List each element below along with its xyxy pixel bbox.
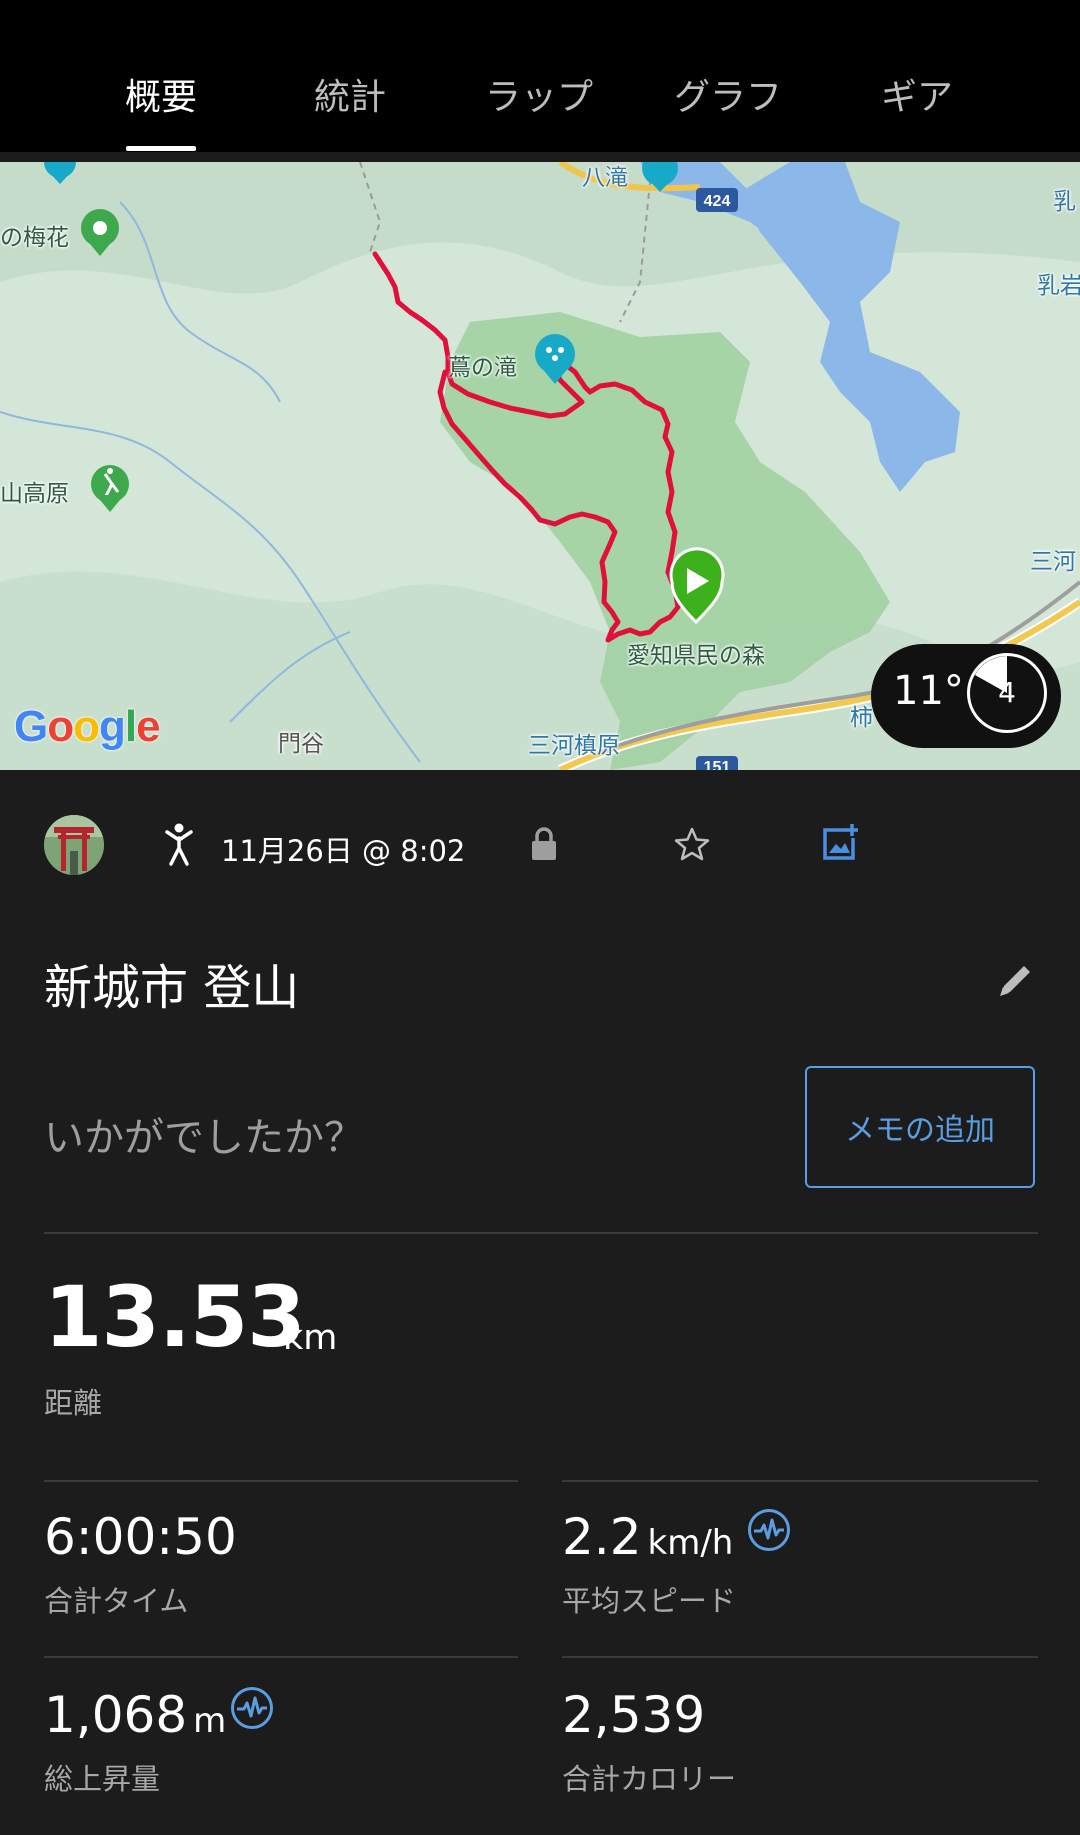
distance-unit: km (283, 1318, 338, 1358)
calories-value: 2,539 (562, 1686, 706, 1744)
avg-speed-label: 平均スピード (562, 1584, 737, 1618)
tab-bar: 概要 統計 ラップ グラフ ギア (0, 0, 1080, 152)
avatar[interactable] (44, 815, 104, 875)
map-label-mikawa: 三河 (1030, 549, 1076, 575)
divider (562, 1480, 1038, 1482)
add-memo-button[interactable]: メモの追加 (805, 1066, 1035, 1188)
activity-title: 新城市 登山 (44, 960, 300, 1016)
google-logo: Google (14, 702, 161, 751)
svg-text:151: 151 (704, 759, 731, 770)
hiking-icon (161, 822, 197, 870)
avg-speed-unit: km/h (647, 1523, 734, 1563)
tab-stats[interactable]: 統計 (314, 68, 386, 120)
ascent-label: 総上昇量 (44, 1762, 161, 1796)
ascent-unit: m (193, 1701, 227, 1741)
divider (562, 1656, 1038, 1658)
avatar-image (44, 815, 104, 875)
active-tab-indicator (126, 146, 196, 151)
map-label-station: 三河槙原 (528, 733, 620, 759)
avg-speed-value: 2.2 km/h (562, 1508, 734, 1566)
tab-overview[interactable]: 概要 (125, 68, 197, 120)
wind-dial: 4 (967, 653, 1047, 733)
map-label-tsuta-falls: 蔦の滝 (448, 355, 517, 381)
star-icon[interactable] (674, 826, 710, 866)
distance-value: 13.53 (44, 1268, 306, 1366)
weather-temperature: 11° (893, 668, 964, 714)
map-label-nyuiwa-2: 乳岩 (1037, 273, 1080, 299)
map-label-kadoya: 門谷 (278, 731, 324, 757)
distance-label: 距離 (44, 1386, 103, 1420)
map-label-kaki: 柿 (850, 705, 873, 731)
divider (44, 1480, 518, 1482)
total-time-value: 6:00:50 (44, 1508, 237, 1566)
map-label-ume: の梅花 (0, 225, 69, 251)
svg-text:424: 424 (704, 193, 731, 210)
add-photo-icon[interactable] (821, 822, 859, 866)
pencil-icon[interactable] (996, 960, 1036, 1004)
tab-gear[interactable]: ギア (881, 68, 953, 120)
map-label-kogen: 山高原 (0, 481, 69, 507)
map-label-nyuiwa-1: 乳 (1053, 189, 1076, 215)
map-label-kenmin-forest: 愛知県民の森 (627, 643, 765, 669)
divider (44, 1656, 518, 1658)
performance-pulse-icon[interactable] (747, 1508, 791, 1556)
performance-pulse-icon[interactable] (230, 1686, 274, 1734)
lock-icon[interactable] (530, 826, 558, 866)
wind-speed: 4 (998, 676, 1016, 709)
activity-date: 11月26日 @ 8:02 (221, 834, 466, 868)
weather-badge: 11° 4 (871, 644, 1061, 748)
ascent-value: 1,068 m (44, 1686, 227, 1744)
tab-laps[interactable]: ラップ (485, 68, 593, 120)
divider (44, 1232, 1038, 1234)
map-label-hachitaki: 八滝 (582, 165, 628, 191)
total-time-label: 合計タイム (44, 1584, 189, 1618)
tab-graphs[interactable]: グラフ (674, 68, 782, 120)
feedback-prompt: いかがでしたか？ (44, 1115, 364, 1161)
calories-label: 合計カロリー (562, 1762, 737, 1796)
